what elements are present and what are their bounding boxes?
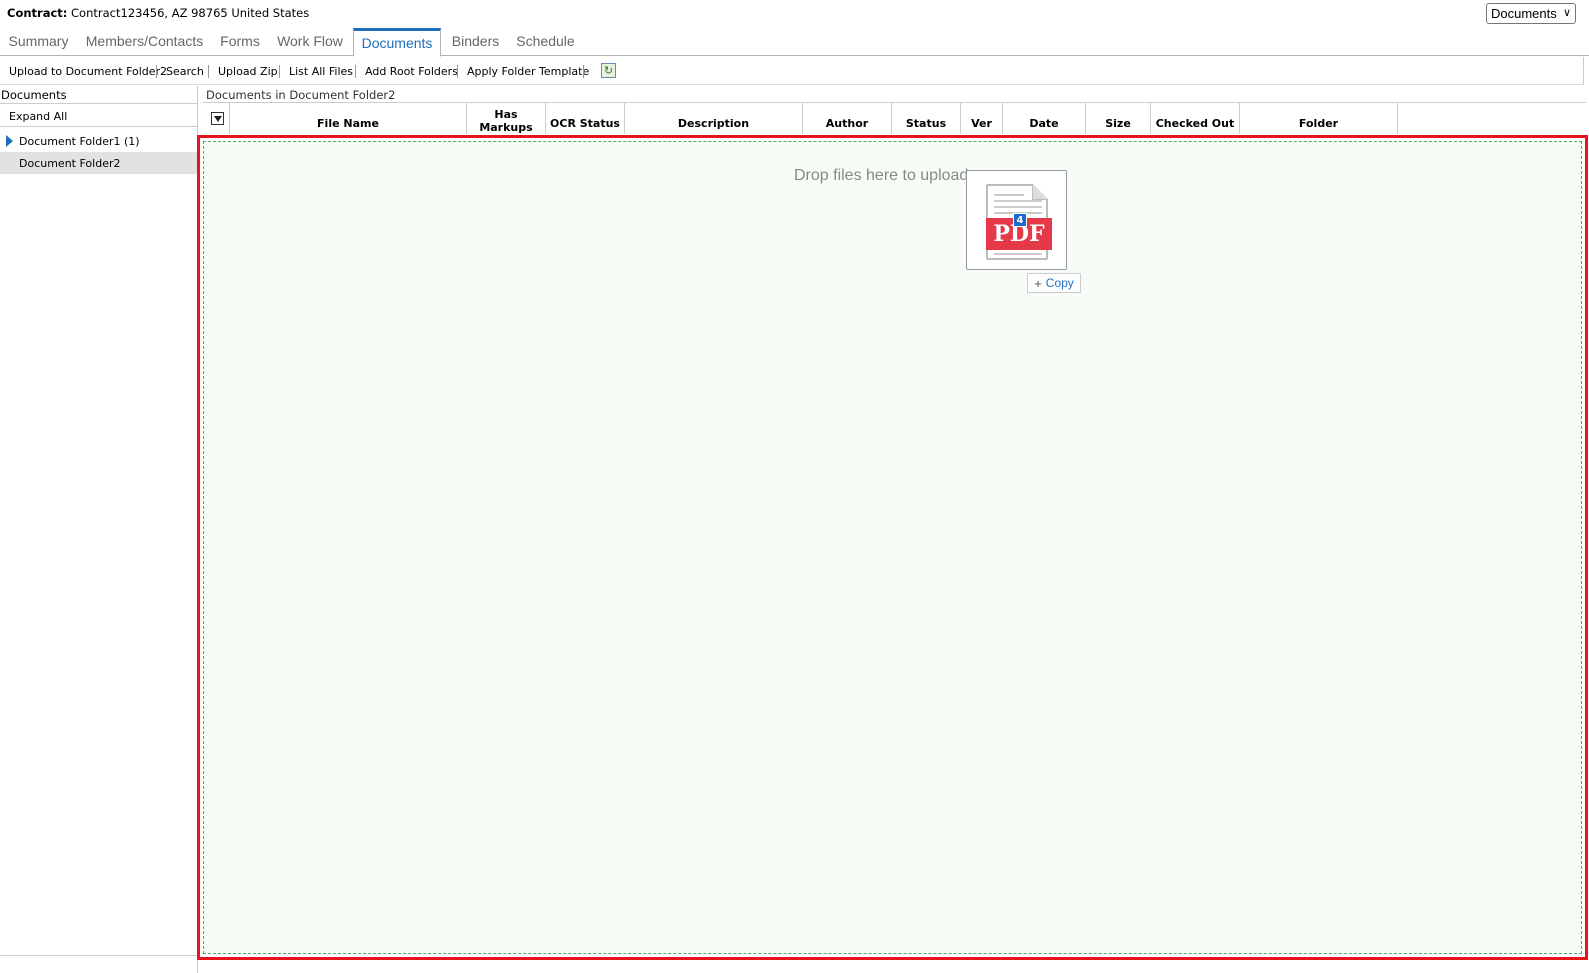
pdf-file-icon: PDF 4: [986, 184, 1052, 260]
column-has-markups[interactable]: Has Markups: [467, 103, 546, 134]
column-status[interactable]: Status: [892, 103, 961, 134]
column-date[interactable]: Date: [1003, 103, 1086, 134]
apply-folder-template-button[interactable]: Apply Folder Template: [467, 65, 589, 78]
column-label: Ver: [971, 117, 992, 130]
tab-summary[interactable]: Summary: [0, 28, 77, 56]
toolbar-separator: [355, 65, 356, 78]
tab-documents[interactable]: Documents: [353, 28, 441, 57]
column-description[interactable]: Description: [625, 103, 803, 134]
divider: [0, 955, 197, 956]
column-ocr-status[interactable]: OCR Status: [546, 103, 625, 134]
folder-pane-title: Documents: [1, 88, 67, 102]
column-label: Date: [1029, 117, 1059, 130]
column-label: Size: [1105, 117, 1131, 130]
toolbar: Upload to Document Folder2 Search Upload…: [0, 57, 1584, 85]
pdf-line: [994, 200, 1042, 202]
upload-to-folder-button[interactable]: Upload to Document Folder2: [9, 65, 167, 78]
pdf-line: [994, 253, 1042, 255]
upload-zip-button[interactable]: Upload Zip: [218, 65, 278, 78]
pdf-line: [994, 206, 1042, 208]
drop-zone-inner[interactable]: Drop files here to upload: [203, 141, 1582, 954]
tree-item-folder1[interactable]: Document Folder1 (1): [0, 130, 198, 152]
filter-icon[interactable]: [211, 112, 224, 125]
toolbar-separator: [208, 65, 209, 78]
column-size[interactable]: Size: [1086, 103, 1151, 134]
contract-label-value: Contract123456, AZ 98765 United States: [71, 6, 310, 20]
expand-all-button[interactable]: Expand All: [0, 103, 198, 127]
filter-column: [203, 103, 230, 134]
tree-item-label: Document Folder1 (1): [19, 135, 140, 148]
toolbar-separator: [156, 65, 157, 78]
column-folder[interactable]: Folder: [1240, 103, 1398, 134]
tab-bar: Summary Members/Contacts Forms Work Flow…: [0, 28, 1589, 57]
column-author[interactable]: Author: [803, 103, 892, 134]
column-label: Description: [677, 117, 750, 130]
expand-all-label: Expand All: [9, 110, 68, 123]
chevron-down-icon: ∨: [1562, 7, 1571, 19]
tree-item-label: Document Folder2: [19, 157, 121, 170]
refresh-icon[interactable]: ↻: [601, 63, 616, 78]
folder-tree-pane: Documents Expand All Document Folder1 (1…: [0, 86, 198, 973]
copy-label: Copy: [1045, 276, 1074, 290]
contract-label: Contract: Contract123456, AZ 98765 Unite…: [7, 6, 309, 20]
file-count-badge: 4: [1013, 213, 1027, 227]
column-label: Has Markups: [479, 108, 533, 134]
toolbar-separator: [279, 65, 280, 78]
pdf-line: [994, 194, 1024, 196]
plus-icon: +: [1034, 275, 1042, 291]
page-fold: [1032, 184, 1048, 200]
column-checked-out[interactable]: Checked Out: [1151, 103, 1240, 134]
column-file-name[interactable]: File Name: [230, 103, 467, 134]
column-label: File Name: [317, 117, 379, 130]
drop-zone[interactable]: Drop files here to upload: [197, 135, 1588, 960]
tab-work-flow[interactable]: Work Flow: [269, 28, 351, 56]
toolbar-separator: [457, 65, 458, 78]
drop-zone-text: Drop files here to upload: [794, 167, 969, 184]
contract-label-key: Contract:: [7, 6, 68, 20]
list-all-files-button[interactable]: List All Files: [289, 65, 353, 78]
column-label: Folder: [1298, 117, 1339, 130]
tab-forms[interactable]: Forms: [212, 28, 268, 56]
toolbar-separator: [583, 65, 584, 78]
grid-header: File Name Has Markups OCR Status Descrip…: [203, 102, 1586, 134]
tree-item-folder2[interactable]: Document Folder2: [0, 152, 198, 174]
column-label: Checked Out: [1155, 117, 1235, 130]
tab-members-contacts[interactable]: Members/Contacts: [78, 28, 211, 56]
view-select-value: Documents: [1491, 6, 1557, 21]
copy-indicator: + Copy: [1027, 273, 1081, 293]
add-root-folders-button[interactable]: Add Root Folders: [365, 65, 458, 78]
column-ver[interactable]: Ver: [961, 103, 1003, 134]
column-label: OCR Status: [550, 117, 620, 130]
drag-preview: PDF 4: [966, 170, 1067, 270]
column-label: Status: [905, 117, 947, 130]
search-button[interactable]: Search: [166, 65, 204, 78]
top-bar: Contract: Contract123456, AZ 98765 Unite…: [0, 0, 1589, 27]
tab-schedule[interactable]: Schedule: [509, 28, 582, 56]
view-select[interactable]: Documents ∨: [1486, 3, 1576, 24]
expand-arrow-icon[interactable]: [6, 135, 13, 147]
column-label: Author: [825, 117, 869, 130]
tab-binders[interactable]: Binders: [443, 28, 508, 56]
documents-pane-title: Documents in Document Folder2: [206, 88, 396, 102]
